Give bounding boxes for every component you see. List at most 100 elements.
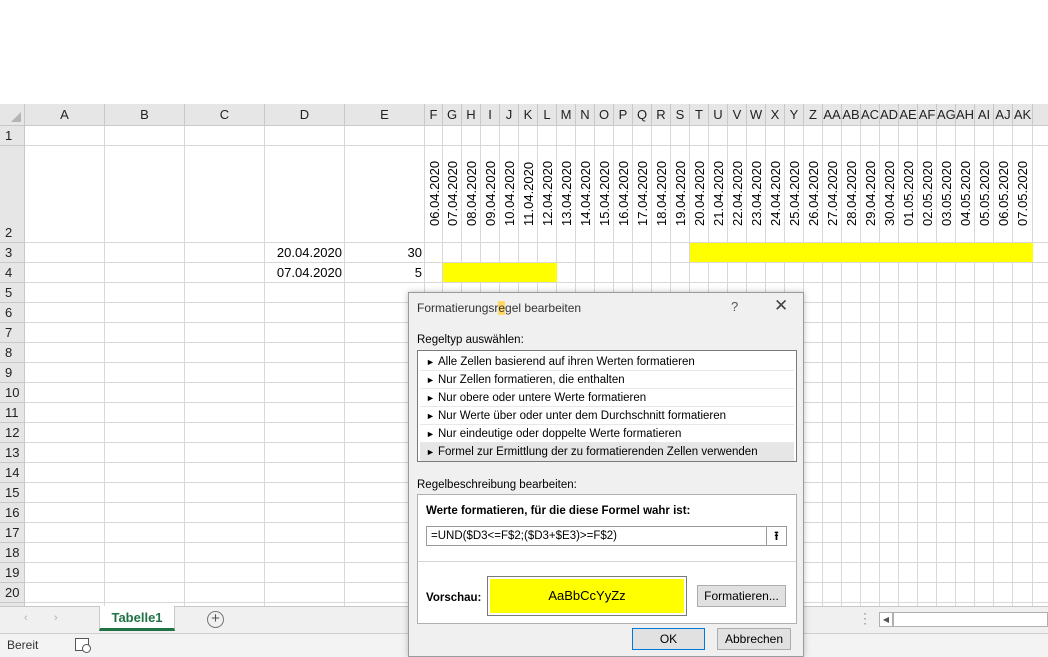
date-header-cell[interactable]: 15.04.2020 (595, 146, 614, 242)
prev-sheet-icon[interactable]: ‹ (24, 612, 28, 624)
column-header-w[interactable]: W (747, 104, 766, 126)
date-header-cell[interactable]: 28.04.2020 (842, 146, 861, 242)
column-header-aj[interactable]: AJ (994, 104, 1013, 126)
column-header-h[interactable]: H (462, 104, 481, 126)
column-header-ae[interactable]: AE (899, 104, 918, 126)
column-header-m[interactable]: M (557, 104, 576, 126)
date-header-cell[interactable]: 03.05.2020 (937, 146, 956, 242)
date-header-cell[interactable]: 16.04.2020 (614, 146, 633, 242)
column-header-b[interactable]: B (105, 104, 185, 126)
date-header-cell[interactable]: 18.04.2020 (652, 146, 671, 242)
column-header-r[interactable]: R (652, 104, 671, 126)
horizontal-scrollbar[interactable] (893, 612, 1048, 627)
row-header-6[interactable]: 6 (0, 303, 25, 323)
date-header-cell[interactable]: 26.04.2020 (804, 146, 823, 242)
column-header-j[interactable]: J (500, 104, 519, 126)
date-header-cell[interactable]: 17.04.2020 (633, 146, 652, 242)
column-header-ah[interactable]: AH (956, 104, 975, 126)
column-header-v[interactable]: V (728, 104, 747, 126)
row-header-13[interactable]: 13 (0, 443, 25, 463)
column-header-t[interactable]: T (690, 104, 709, 126)
formula-input[interactable]: =UND($D3<=F$2;($D3+$E3)>=F$2) ⭱ (426, 526, 787, 546)
row-header-2[interactable]: 2 (0, 146, 25, 243)
ok-button[interactable]: OK (632, 628, 705, 650)
column-header-ac[interactable]: AC (861, 104, 880, 126)
rule-type-item[interactable]: ► Nur Zellen formatieren, die enthalten (420, 371, 794, 389)
column-header-ak[interactable]: AK (1013, 104, 1033, 126)
date-header-cell[interactable]: 09.04.2020 (481, 146, 500, 242)
column-header-g[interactable]: G (443, 104, 462, 126)
date-header-cell[interactable]: 29.04.2020 (861, 146, 880, 242)
scroll-left-icon[interactable]: ◀ (879, 612, 893, 627)
row-header-15[interactable]: 15 (0, 483, 25, 503)
column-header-y[interactable]: Y (785, 104, 804, 126)
date-header-cell[interactable]: 01.05.2020 (899, 146, 918, 242)
row-header-18[interactable]: 18 (0, 543, 25, 563)
rule-type-item[interactable]: ► Nur Werte über oder unter dem Durchschn… (420, 407, 794, 425)
row-header-7[interactable]: 7 (0, 323, 25, 343)
column-header-u[interactable]: U (709, 104, 728, 126)
column-header-k[interactable]: K (519, 104, 538, 126)
cell-e3[interactable]: 30 (346, 243, 422, 263)
date-header-cell[interactable]: 10.04.2020 (500, 146, 519, 242)
date-header-cell[interactable]: 30.04.2020 (880, 146, 899, 242)
column-header-l[interactable]: L (538, 104, 557, 126)
row-header-12[interactable]: 12 (0, 423, 25, 443)
date-header-cell[interactable]: 25.04.2020 (785, 146, 804, 242)
tab-split-handle-icon[interactable]: ⋮ (858, 610, 872, 627)
date-header-cell[interactable]: 08.04.2020 (462, 146, 481, 242)
column-header-o[interactable]: O (595, 104, 614, 126)
date-header-cell[interactable]: 06.04.2020 (425, 146, 444, 242)
date-header-cell[interactable]: 14.04.2020 (576, 146, 595, 242)
column-header-p[interactable]: P (614, 104, 633, 126)
date-header-cell[interactable]: 13.04.2020 (557, 146, 576, 242)
column-header-f[interactable]: F (425, 104, 443, 126)
column-header-n[interactable]: N (576, 104, 595, 126)
select-all-corner[interactable] (0, 104, 25, 126)
date-header-cell[interactable]: 19.04.2020 (671, 146, 690, 242)
column-header-s[interactable]: S (671, 104, 690, 126)
column-header-x[interactable]: X (766, 104, 785, 126)
date-header-cell[interactable]: 06.05.2020 (994, 146, 1013, 242)
column-header-c[interactable]: C (185, 104, 265, 126)
row-header-14[interactable]: 14 (0, 463, 25, 483)
row-header-4[interactable]: 4 (0, 263, 25, 283)
cell-d4[interactable]: 07.04.2020 (266, 263, 342, 283)
close-icon[interactable]: ✕ (774, 296, 788, 316)
add-sheet-icon[interactable]: + (207, 611, 224, 628)
cell-d3[interactable]: 20.04.2020 (266, 243, 342, 263)
column-header-e[interactable]: E (345, 104, 425, 126)
date-header-cell[interactable]: 23.04.2020 (747, 146, 766, 242)
rule-type-item[interactable]: ► Nur eindeutige oder doppelte Werte form… (420, 425, 794, 443)
next-sheet-icon[interactable]: › (54, 612, 58, 624)
date-header-cell[interactable]: 27.04.2020 (823, 146, 842, 242)
date-header-cell[interactable]: 07.04.2020 (443, 146, 462, 242)
row-header-17[interactable]: 17 (0, 523, 25, 543)
rule-type-item[interactable]: ► Alle Zellen basierend auf ihren Werten … (420, 353, 794, 371)
format-button[interactable]: Formatieren... (697, 585, 786, 607)
date-header-cell[interactable]: 20.04.2020 (690, 146, 709, 242)
row-header-5[interactable]: 5 (0, 283, 25, 303)
row-header-10[interactable]: 10 (0, 383, 25, 403)
row-header-11[interactable]: 11 (0, 403, 25, 423)
column-header-d[interactable]: D (265, 104, 345, 126)
row-header-1[interactable]: 1 (0, 126, 25, 146)
cell-e4[interactable]: 5 (346, 263, 422, 283)
column-header-af[interactable]: AF (918, 104, 937, 126)
tab-tabelle1[interactable]: Tabelle1 (99, 606, 175, 631)
row-header-19[interactable]: 19 (0, 563, 25, 583)
row-header-16[interactable]: 16 (0, 503, 25, 523)
rule-type-list[interactable]: ► Alle Zellen basierend auf ihren Werten … (417, 350, 797, 462)
date-header-cell[interactable]: 05.05.2020 (975, 146, 994, 242)
date-header-cell[interactable]: 07.05.2020 (1013, 146, 1032, 242)
rule-type-item[interactable]: ► Formel zur Ermittlung der zu formatiere… (420, 443, 794, 461)
date-header-cell[interactable]: 11.04.2020 (519, 146, 538, 242)
row-header-8[interactable]: 8 (0, 343, 25, 363)
date-header-cell[interactable]: 21.04.2020 (709, 146, 728, 242)
column-header-a[interactable]: A (25, 104, 105, 126)
date-header-cell[interactable]: 22.04.2020 (728, 146, 747, 242)
column-header-ai[interactable]: AI (975, 104, 994, 126)
column-header-i[interactable]: I (481, 104, 500, 126)
date-header-cell[interactable]: 12.04.2020 (538, 146, 557, 242)
macro-record-icon[interactable] (75, 638, 91, 653)
